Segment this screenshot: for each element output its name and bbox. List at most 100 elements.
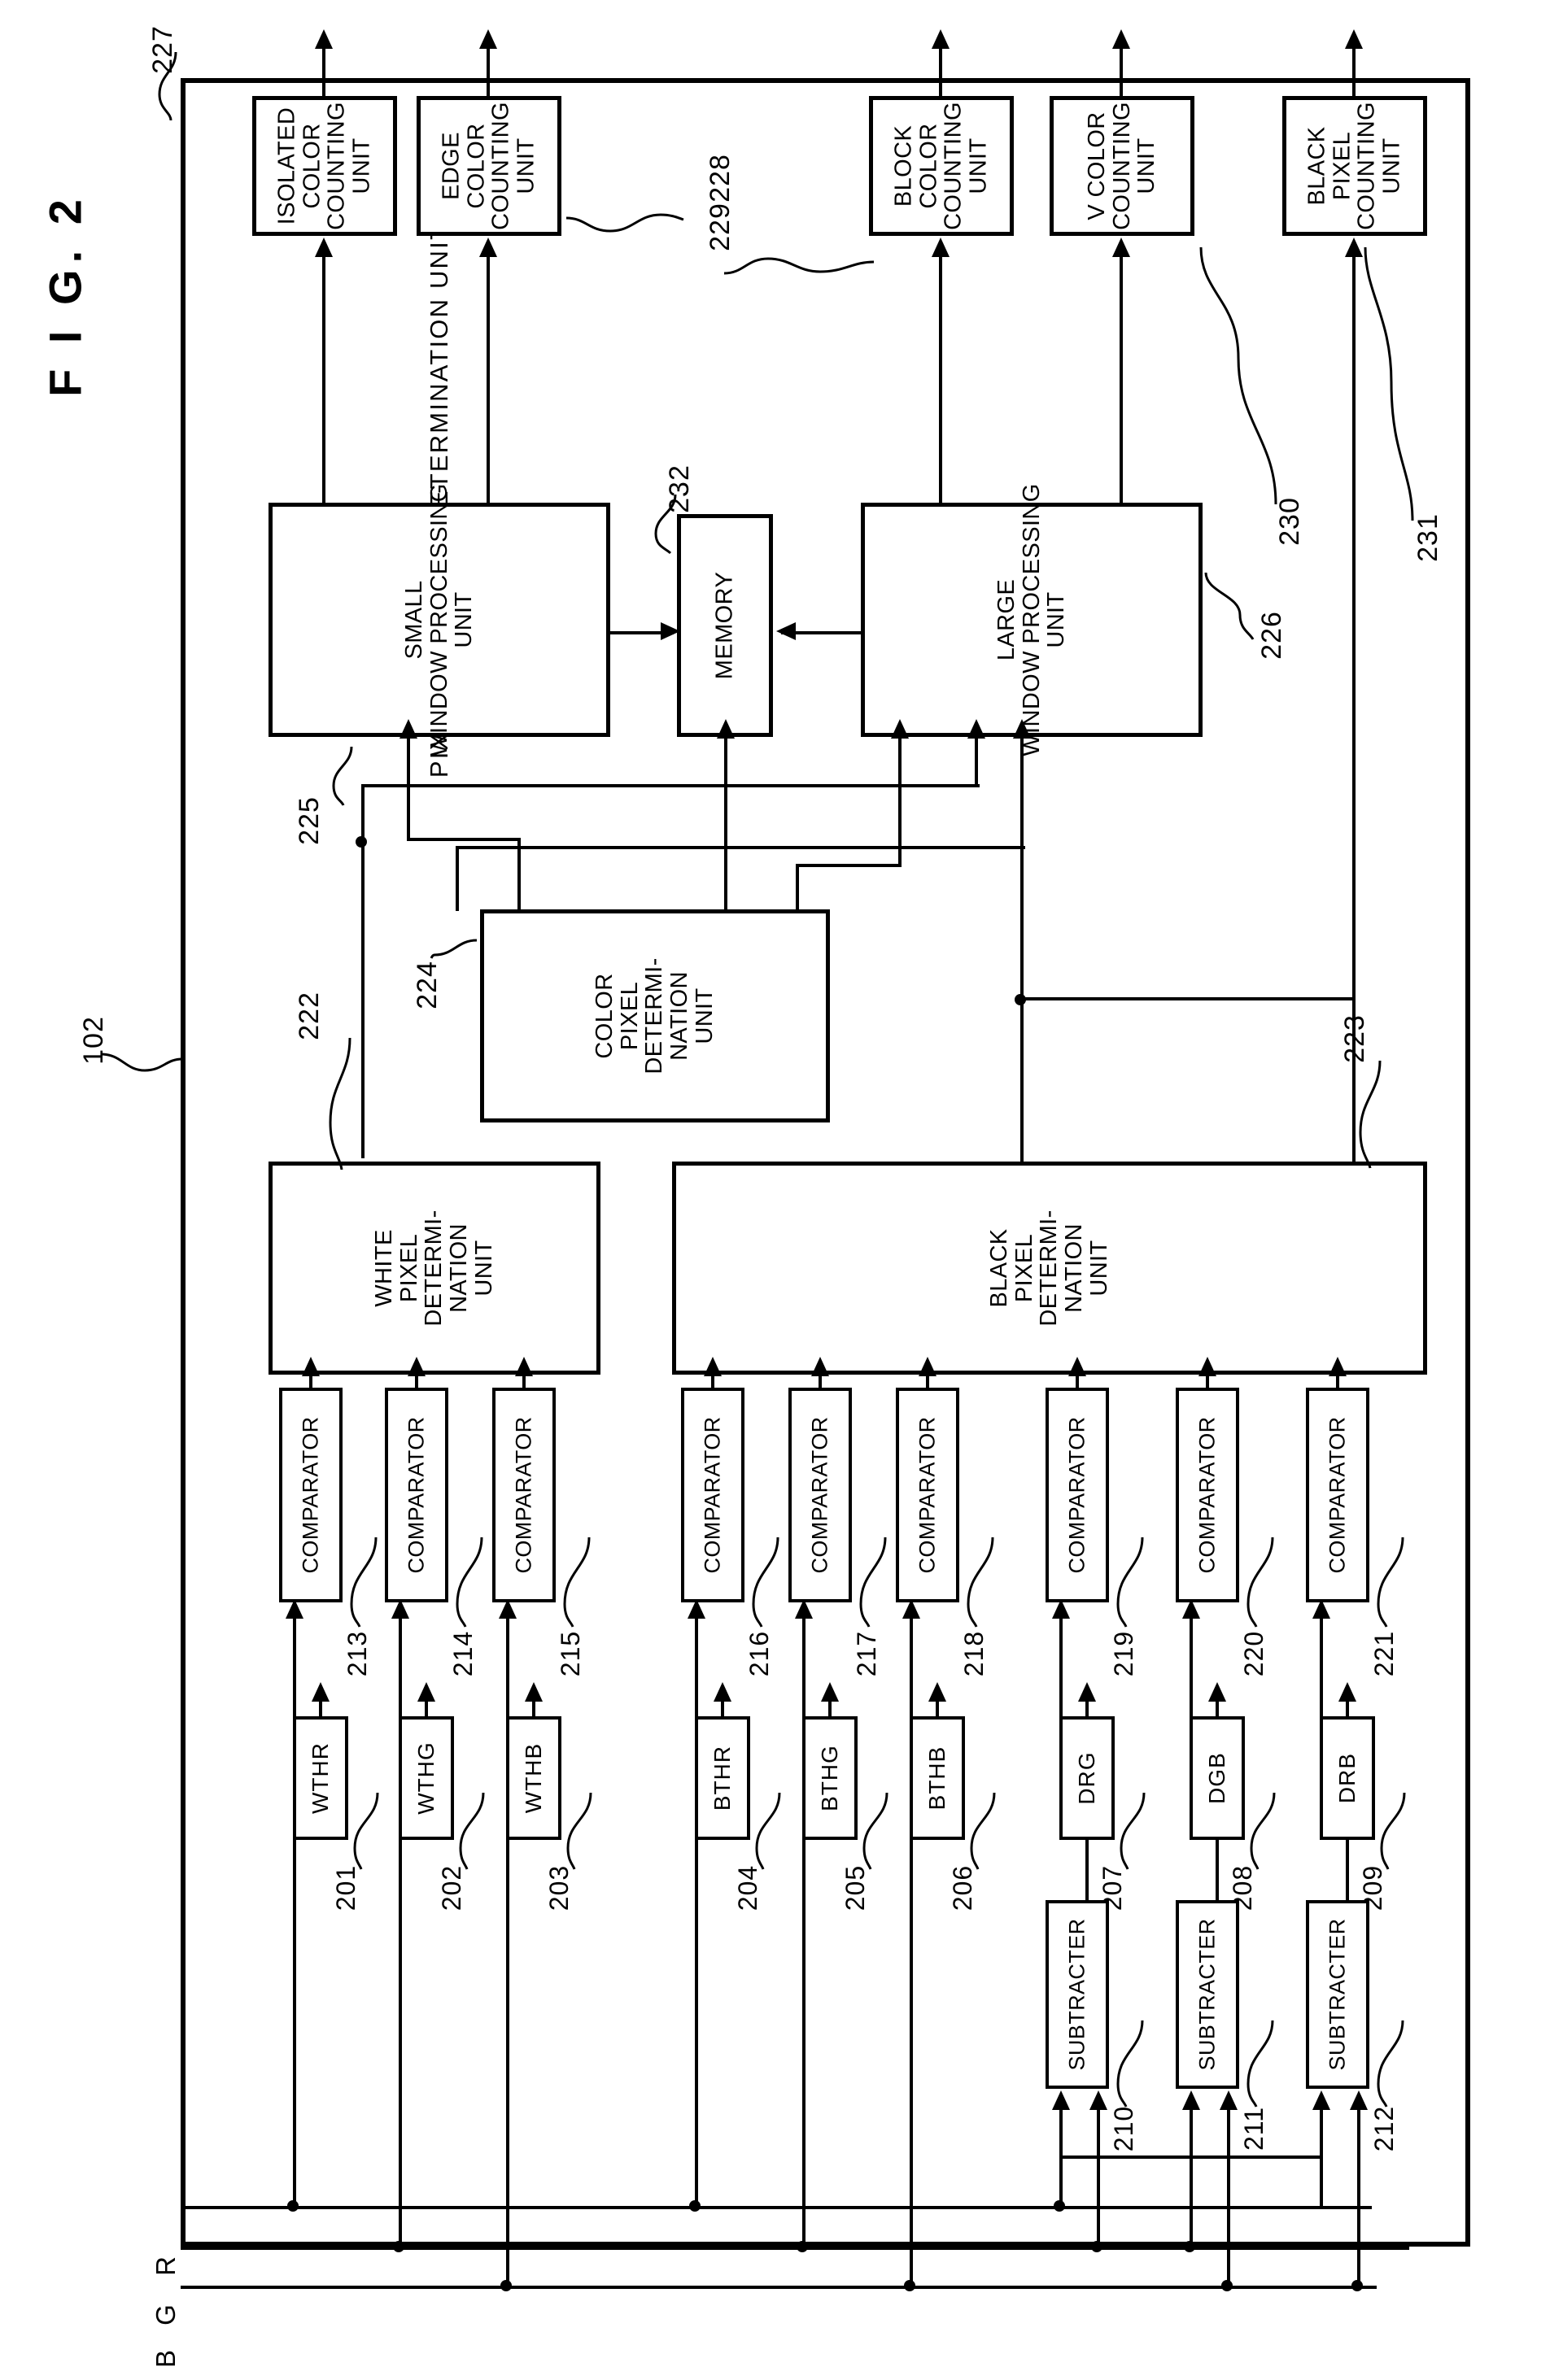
arrow-201-out xyxy=(312,1682,330,1702)
riser-b-212 xyxy=(1357,2108,1360,2289)
arrow-219-in xyxy=(1052,1599,1070,1619)
threshold-wthb[interactable]: WTHB xyxy=(506,1716,561,1840)
riser-r-213 xyxy=(293,1617,296,2209)
leader-226 xyxy=(1203,569,1276,643)
line-201-out xyxy=(319,1700,322,1718)
subtracter-211-label: SUBTRACTER xyxy=(1194,1918,1220,2071)
dot-g-210 xyxy=(1091,2241,1102,2252)
comparator-217[interactable]: COMPARATOR xyxy=(788,1388,852,1602)
leader-206 xyxy=(962,1789,1006,1871)
line-212-out xyxy=(1346,1840,1349,1902)
arrow-r-213 xyxy=(286,1599,303,1619)
threshold-bthb[interactable]: BTHB xyxy=(910,1716,965,1840)
leader-203 xyxy=(558,1789,602,1871)
subtracter-212-label: SUBTRACTER xyxy=(1325,1918,1350,2071)
arrow-204-out xyxy=(714,1682,731,1702)
comparator-221[interactable]: COMPARATOR xyxy=(1306,1388,1369,1602)
threshold-dgb-label: DGB xyxy=(1204,1752,1230,1804)
leader-231 xyxy=(1359,244,1424,529)
comparator-219[interactable]: COMPARATOR xyxy=(1046,1388,1109,1602)
line-large-to-block xyxy=(939,257,942,503)
comparator-218[interactable]: COMPARATOR xyxy=(896,1388,959,1602)
leader-222 xyxy=(312,1035,361,1173)
arrow-color-to-large xyxy=(891,719,909,739)
line-black-bus-h2 xyxy=(1020,997,1352,1000)
arrow-large-to-vcolor xyxy=(1112,238,1130,257)
threshold-drg[interactable]: DRG xyxy=(1059,1716,1115,1840)
subtracter-210-label: SUBTRACTER xyxy=(1064,1918,1089,2071)
arrow-217-out xyxy=(811,1357,829,1376)
large-window-processing-unit[interactable]: LARGE WINDOW PROCESSING UNIT xyxy=(861,483,1203,756)
comparator-213[interactable]: COMPARATOR xyxy=(279,1388,343,1602)
threshold-dgb[interactable]: DGB xyxy=(1190,1716,1245,1840)
line-216-out xyxy=(711,1375,714,1389)
arrow-small-to-isolated xyxy=(315,238,333,257)
v-color-counting-unit[interactable]: V COLOR COUNTING UNIT xyxy=(1050,96,1194,236)
figure-title: F I G. 2 xyxy=(39,193,91,397)
riser-r-212b xyxy=(1320,2108,1323,2157)
comparator-215[interactable]: COMPARATOR xyxy=(492,1388,556,1602)
comparator-217-label: COMPARATOR xyxy=(807,1416,832,1574)
riser-g-210 xyxy=(1097,2108,1100,2250)
arrow-line-227 xyxy=(322,47,325,98)
line-213-out xyxy=(309,1375,312,1389)
arrow-line-231 xyxy=(1352,47,1356,98)
arrow-large-to-block xyxy=(932,238,950,257)
input-label-r: R xyxy=(151,2256,181,2276)
line-220-out xyxy=(1206,1375,1209,1389)
threshold-drb[interactable]: DRB xyxy=(1320,1716,1375,1840)
arrow-219-out xyxy=(1068,1357,1086,1376)
comparator-216[interactable]: COMPARATOR xyxy=(681,1388,744,1602)
leader-210 xyxy=(1108,2017,1152,2108)
bus-b xyxy=(181,2286,1377,2289)
threshold-wthg[interactable]: WTHG xyxy=(399,1716,454,1840)
line-white-bus-riser xyxy=(975,737,978,787)
isolated-color-counting-unit[interactable]: ISOLATED COLOR COUNTING UNIT xyxy=(252,96,397,236)
large-window-processing-unit-label: LARGE WINDOW PROCESSING UNIT xyxy=(993,483,1070,756)
edge-color-counting-unit-label: EDGE COLOR COUNTING UNIT xyxy=(438,102,539,230)
riser-g-214 xyxy=(399,1617,402,2250)
threshold-bthg[interactable]: BTHG xyxy=(802,1716,858,1840)
dot-g-211 xyxy=(1184,2241,1195,2252)
threshold-wthr[interactable]: WTHR xyxy=(293,1716,348,1840)
black-pixel-determination-unit[interactable]: BLACK PIXEL DETERMI- NATION UNIT xyxy=(672,1162,1427,1375)
leader-225 xyxy=(312,743,361,809)
leader-218 xyxy=(958,1534,1002,1628)
dot-g-217 xyxy=(797,2241,808,2252)
bus-r xyxy=(181,2206,1372,2209)
comparator-214[interactable]: COMPARATOR xyxy=(385,1388,448,1602)
input-label-g: G xyxy=(151,2304,181,2326)
arrow-221-out xyxy=(1329,1357,1347,1376)
black-pixel-counting-unit[interactable]: BLACK PIXEL COUNTING UNIT xyxy=(1282,96,1427,236)
arrow-202-out xyxy=(417,1682,435,1702)
subtracter-211[interactable]: SUBTRACTER xyxy=(1176,1900,1239,2089)
black-pixel-counting-unit-label: BLACK PIXEL COUNTING UNIT xyxy=(1303,102,1405,230)
white-pixel-determination-unit[interactable]: WHITE PIXEL DETERMI- NATION UNIT xyxy=(269,1162,600,1375)
line-color-to-small-v2 xyxy=(407,737,410,839)
dot-b-218 xyxy=(904,2280,915,2291)
line-204-out xyxy=(721,1700,724,1718)
dot-b-215 xyxy=(500,2280,512,2291)
subtracter-212[interactable]: SUBTRACTER xyxy=(1306,1900,1369,2089)
threshold-drb-label: DRB xyxy=(1334,1752,1360,1804)
threshold-bthr[interactable]: BTHR xyxy=(695,1716,750,1840)
edge-color-counting-unit[interactable]: EDGE COLOR COUNTING UNIT xyxy=(417,96,561,236)
riser-b-215 xyxy=(506,1617,509,2289)
arrow-head-229 xyxy=(932,29,950,49)
subtracter-210[interactable]: SUBTRACTER xyxy=(1046,1900,1109,2089)
color-pixel-determination-unit[interactable]: COLOR PIXEL DETERMI- NATION UNIT xyxy=(480,909,830,1122)
comparator-220[interactable]: COMPARATOR xyxy=(1176,1388,1239,1602)
line-small-to-edge xyxy=(487,257,490,503)
arrow-205-out xyxy=(821,1682,839,1702)
color-pixel-determination-unit-label: COLOR PIXEL DETERMI- NATION UNIT xyxy=(592,957,718,1074)
dot-b-212 xyxy=(1351,2280,1363,2291)
small-window-processing-unit[interactable]: SMALL WINDOW PROCESSING UNIT xyxy=(269,483,610,756)
arrow-white-bus-riser xyxy=(967,719,985,739)
block-color-counting-unit[interactable]: BLOCK COLOR COUNTING UNIT xyxy=(869,96,1014,236)
arrow-207-out xyxy=(1078,1682,1096,1702)
arrow-209-out xyxy=(1338,1682,1356,1702)
line-large-to-vcolor xyxy=(1120,257,1123,503)
arrow-r-212 xyxy=(1312,2090,1330,2110)
riser-r-210 xyxy=(1059,2108,1063,2209)
arrow-213-out xyxy=(302,1357,320,1376)
